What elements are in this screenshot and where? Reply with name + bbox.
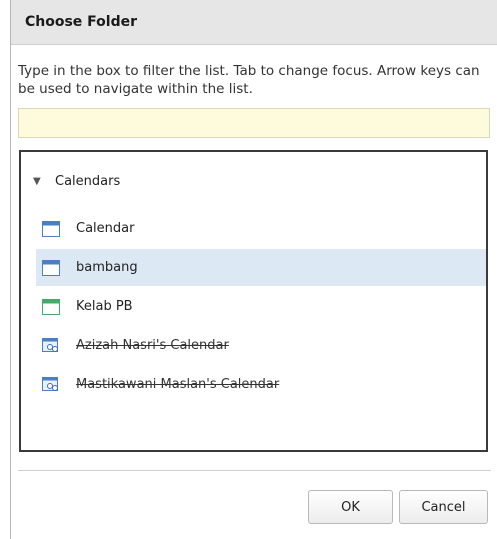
filter-input[interactable] [18, 108, 490, 138]
tree-item-label: Calendar [76, 221, 135, 236]
tree-item-bambang[interactable]: bambang [36, 249, 486, 286]
shared-calendar-icon [42, 337, 58, 352]
dialog-title-bar[interactable]: Choose Folder [11, 0, 497, 45]
tree-item-label: Azizah Nasri's Calendar [76, 338, 229, 353]
shared-calendar-icon [42, 376, 58, 391]
instructions-text: Type in the box to filter the list. Tab … [18, 63, 480, 97]
tree-item-azizah-calendar[interactable]: Azizah Nasri's Calendar [36, 327, 486, 364]
tree-item-kelab-pb[interactable]: Kelab PB [36, 288, 486, 325]
cancel-button[interactable]: Cancel [399, 490, 488, 524]
expanded-triangle-icon[interactable]: ▼ [33, 176, 55, 187]
tree-item-mastikawani-calendar[interactable]: Mastikawani Maslan's Calendar [36, 366, 486, 403]
folder-tree[interactable]: ▼ Calendars Calendar bambang Kelab PB Az… [19, 150, 488, 452]
tree-root-calendars[interactable]: ▼ Calendars [33, 170, 120, 192]
ok-button[interactable]: OK [308, 490, 393, 524]
tree-item-label: bambang [76, 260, 138, 275]
tree-item-label: Mastikawani Maslan's Calendar [76, 377, 280, 392]
calendar-icon [42, 220, 60, 237]
calendar-green-icon [42, 298, 60, 315]
tree-item-label: Kelab PB [76, 299, 133, 314]
dialog-title: Choose Folder [25, 14, 138, 30]
tree-item-calendar[interactable]: Calendar [36, 210, 486, 247]
choose-folder-dialog: Choose Folder Type in the box to filter … [10, 0, 497, 539]
tree-root-label: Calendars [55, 173, 121, 189]
footer-divider [18, 470, 491, 471]
calendar-icon [42, 259, 60, 276]
